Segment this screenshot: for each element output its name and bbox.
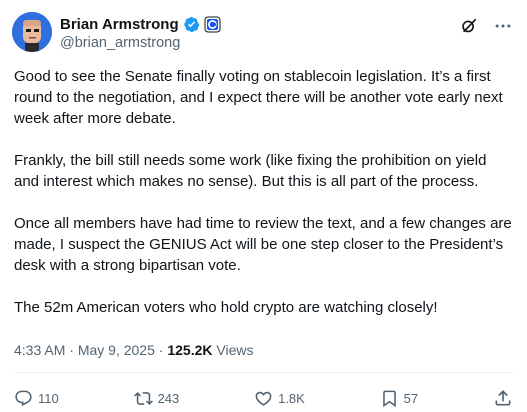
bookmark-icon (382, 390, 396, 407)
handle[interactable]: @brian_armstrong (60, 35, 180, 51)
like-count: 1.8K (278, 390, 305, 406)
header-actions (459, 16, 513, 36)
tweet-paragraph: The 52m American voters who hold crypto … (14, 299, 438, 316)
repost-icon (133, 391, 153, 405)
display-name[interactable]: Brian Armstrong (60, 16, 179, 33)
bookmark-count: 57 (403, 390, 419, 406)
tweet-paragraph: Good to see the Senate finally voting on… (14, 68, 503, 127)
tweet-paragraph: Frankly, the bill still needs some work … (14, 152, 487, 190)
action-bar: 110 243 1.8K 57 (14, 387, 513, 409)
tweet-time[interactable]: 4:33 AM (14, 342, 65, 358)
heart-icon (255, 391, 272, 406)
tweet-paragraph: Once all members have had time to review… (14, 215, 512, 274)
tweet-header: Brian Armstrong @brian_armstrong (0, 0, 527, 62)
verified-badge-icon (183, 16, 200, 33)
meta-separator: · (69, 342, 74, 358)
reply-button[interactable]: 110 (14, 389, 59, 408)
share-icon (495, 390, 511, 406)
bookmark-button[interactable]: 57 (380, 389, 418, 408)
share-button[interactable] (493, 388, 513, 408)
views-label: Views (216, 342, 254, 358)
avatar-image (12, 12, 52, 52)
reply-icon (15, 390, 32, 406)
avatar[interactable] (12, 12, 52, 52)
reply-count: 110 (38, 390, 59, 406)
tweet-text: Good to see the Senate finally voting on… (14, 66, 514, 339)
like-button[interactable]: 1.8K (254, 389, 305, 408)
repost-button[interactable]: 243 (133, 389, 180, 408)
grok-icon[interactable] (459, 16, 479, 36)
divider (14, 372, 513, 373)
views-count[interactable]: 125.2K (167, 342, 212, 358)
name-row: Brian Armstrong (60, 15, 221, 34)
meta-separator: · (158, 342, 164, 358)
repost-count: 243 (157, 390, 180, 406)
tweet-meta: 4:33 AM · May 9, 2025 · 125.2K Views (14, 342, 253, 358)
more-options-icon[interactable] (493, 16, 513, 36)
tweet-date[interactable]: May 9, 2025 (78, 342, 155, 358)
affiliate-badge-icon[interactable] (204, 16, 221, 33)
